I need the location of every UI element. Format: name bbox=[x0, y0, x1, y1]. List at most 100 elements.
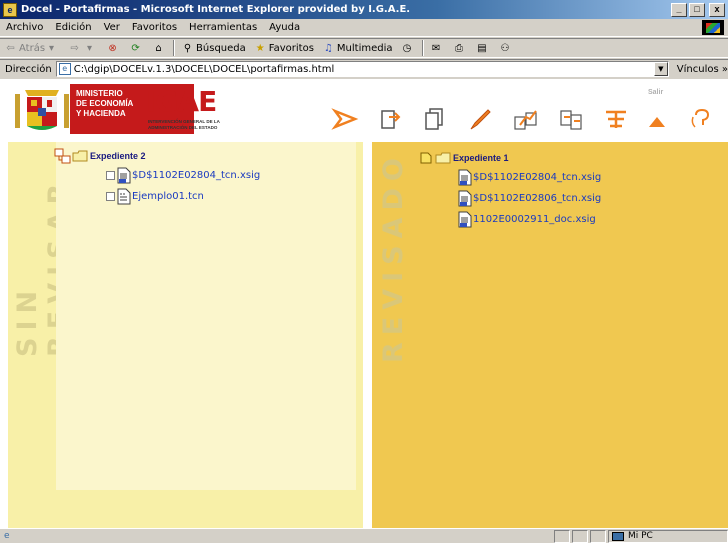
toolbar-separator bbox=[421, 40, 424, 56]
window-title-bar[interactable]: e Docel - Portafirmas - Microsoft Intern… bbox=[0, 0, 728, 19]
file-name[interactable]: 1102E0002911_doc.xsig bbox=[473, 214, 596, 225]
discuss-icon: ⚇ bbox=[500, 42, 510, 54]
page-status-icon: e bbox=[4, 530, 10, 541]
file-name[interactable]: $D$1102E02804_tcn.xsig bbox=[473, 172, 601, 183]
page-icon: e bbox=[58, 63, 71, 75]
back-dropdown-icon: ▾ bbox=[49, 42, 55, 54]
edit-icon: ▤ bbox=[477, 42, 487, 54]
move-document-icon[interactable] bbox=[376, 104, 406, 134]
revisado-title: REVISADO bbox=[378, 151, 409, 363]
file-name[interactable]: Ejemplo01.tcn bbox=[132, 191, 204, 202]
close-button[interactable]: x bbox=[709, 2, 725, 17]
copy-document-icon[interactable] bbox=[420, 104, 450, 134]
history-button[interactable]: ◷ bbox=[397, 42, 420, 55]
maximize-button[interactable]: □ bbox=[689, 2, 705, 17]
menu-bar: Archivo Edición Ver Favoritos Herramient… bbox=[0, 19, 728, 37]
mail-icon: ✉ bbox=[431, 42, 441, 54]
revisado-tree: Expediente 1 $D$1102E02804_tcn.xsig $D$1… bbox=[420, 149, 601, 230]
home-button[interactable]: ⌂ bbox=[148, 42, 171, 55]
search-button[interactable]: ⚲ Búsqueda bbox=[177, 42, 250, 55]
address-value: C:\dgip\DOCELv.1.3\DOCEL\DOCEL\portafirm… bbox=[73, 63, 335, 75]
file-item[interactable]: $D$1102E02804_tcn.xsig bbox=[106, 165, 260, 186]
multimedia-button[interactable]: ♫ Multimedia bbox=[318, 42, 397, 55]
back-arrow-icon: ⇦ bbox=[6, 42, 15, 54]
menu-favoritos[interactable]: Favoritos bbox=[126, 22, 183, 33]
igae-logo: IGAE INTERVENCIÓN GENERAL DE LA ADMINIST… bbox=[138, 82, 258, 136]
xsig-file-icon bbox=[117, 167, 131, 184]
menu-herramientas[interactable]: Herramientas bbox=[183, 22, 263, 33]
tcn-file-icon bbox=[117, 188, 131, 205]
forward-button[interactable]: ⇨ ▾ bbox=[64, 42, 102, 55]
status-cell bbox=[590, 529, 606, 543]
igae-subtitle: INTERVENCIÓN GENERAL DE LA ADMINISTRACIÓ… bbox=[148, 119, 220, 130]
file-item[interactable]: 1102E0002911_doc.xsig bbox=[458, 209, 601, 230]
expediente-label: Expediente 2 bbox=[90, 151, 146, 161]
browser-toolbar: ⇦ Atrás ▾ ⇨ ▾ ⊗ ⟳ ⌂ ⚲ Búsqueda ★ Favorit… bbox=[0, 38, 728, 58]
print-button[interactable]: ⎙ bbox=[449, 42, 472, 55]
sign-pen-icon[interactable] bbox=[465, 104, 495, 134]
tree-structure-icon[interactable] bbox=[601, 104, 631, 134]
stop-button[interactable]: ⊗ bbox=[102, 42, 125, 55]
xsig-file-icon bbox=[458, 190, 472, 207]
status-cell bbox=[554, 529, 570, 543]
history-icon: ◷ bbox=[402, 42, 412, 54]
address-dropdown-icon[interactable]: ▼ bbox=[653, 62, 668, 76]
page-content: MINISTERIO DE ECONOMÍA Y HACIENDA IGAE I… bbox=[0, 79, 728, 528]
minimize-button[interactable]: _ bbox=[671, 2, 687, 17]
xsig-file-icon bbox=[458, 211, 472, 228]
send-arrow-icon[interactable] bbox=[330, 104, 360, 134]
computer-icon bbox=[612, 531, 624, 541]
panel-revisado: REVISADO Expediente 1 $D$1102E02804_tcn.… bbox=[372, 142, 728, 528]
panel-sin-revisar: SIN REVISAR Expediente 2 bbox=[8, 142, 363, 528]
zone-label: Mi PC bbox=[628, 531, 653, 541]
home-icon: ⌂ bbox=[155, 42, 162, 54]
file-item[interactable]: Ejemplo01.tcn bbox=[106, 186, 260, 207]
action-toolbar: Salir bbox=[330, 88, 720, 144]
menu-ver[interactable]: Ver bbox=[98, 22, 126, 33]
expand-tree-icon[interactable] bbox=[54, 148, 72, 164]
favorites-button[interactable]: ★ Favoritos bbox=[250, 42, 318, 55]
mail-button[interactable]: ✉ bbox=[426, 42, 449, 55]
sin-revisar-tree: Expediente 2 $D$1102E02804_tcn.xsig Ejem… bbox=[54, 147, 260, 207]
salir-label: Salir bbox=[648, 89, 664, 96]
windows-flag-icon bbox=[702, 20, 724, 35]
search-icon: ⚲ bbox=[183, 42, 192, 54]
forward-dropdown-icon: ▾ bbox=[87, 42, 93, 54]
edit-button[interactable]: ▤ bbox=[472, 42, 495, 55]
print-icon: ⎙ bbox=[455, 42, 464, 54]
file-item[interactable]: $D$1102E02804_tcn.xsig bbox=[458, 167, 601, 188]
forward-arrow-icon: ⇨ bbox=[70, 42, 79, 54]
sign-batch-icon[interactable] bbox=[511, 104, 541, 134]
links-button[interactable]: Vínculos » bbox=[669, 64, 728, 75]
multimedia-icon: ♫ bbox=[323, 42, 333, 54]
exit-icon[interactable] bbox=[642, 104, 672, 134]
folder-icon bbox=[72, 150, 88, 162]
file-checkbox[interactable] bbox=[106, 192, 115, 201]
menu-edicion[interactable]: Edición bbox=[49, 22, 97, 33]
address-input[interactable]: e C:\dgip\DOCELv.1.3\DOCEL\DOCEL\portafi… bbox=[55, 61, 669, 77]
back-button[interactable]: ⇦ Atrás ▾ bbox=[0, 42, 64, 55]
security-zone: Mi PC bbox=[608, 529, 728, 543]
spain-crest-icon bbox=[15, 88, 69, 132]
toolbar-separator bbox=[173, 40, 176, 56]
menu-archivo[interactable]: Archivo bbox=[0, 22, 49, 33]
collapse-tree-icon[interactable] bbox=[420, 152, 432, 164]
discuss-button[interactable]: ⚇ bbox=[495, 42, 518, 55]
file-checkbox[interactable] bbox=[106, 171, 115, 180]
igae-mark: IGAE bbox=[146, 85, 217, 118]
expediente-label: Expediente 1 bbox=[453, 153, 509, 163]
file-name[interactable]: $D$1102E02806_tcn.xsig bbox=[473, 193, 601, 204]
favorites-icon: ★ bbox=[255, 42, 265, 54]
stop-icon: ⊗ bbox=[108, 42, 117, 54]
file-item[interactable]: $D$1102E02806_tcn.xsig bbox=[458, 188, 601, 209]
tree-root-expediente[interactable]: Expediente 1 bbox=[420, 149, 601, 167]
window-title: Docel - Portafirmas - Microsoft Internet… bbox=[21, 4, 411, 15]
status-bar: e Mi PC bbox=[0, 528, 728, 543]
help-question-icon[interactable] bbox=[686, 104, 716, 134]
xsig-file-icon bbox=[458, 169, 472, 186]
menu-ayuda[interactable]: Ayuda bbox=[263, 22, 306, 33]
tree-root-expediente[interactable]: Expediente 2 bbox=[54, 147, 260, 165]
validate-documents-icon[interactable] bbox=[556, 104, 586, 134]
file-name[interactable]: $D$1102E02804_tcn.xsig bbox=[132, 170, 260, 181]
refresh-button[interactable]: ⟳ bbox=[125, 42, 148, 55]
